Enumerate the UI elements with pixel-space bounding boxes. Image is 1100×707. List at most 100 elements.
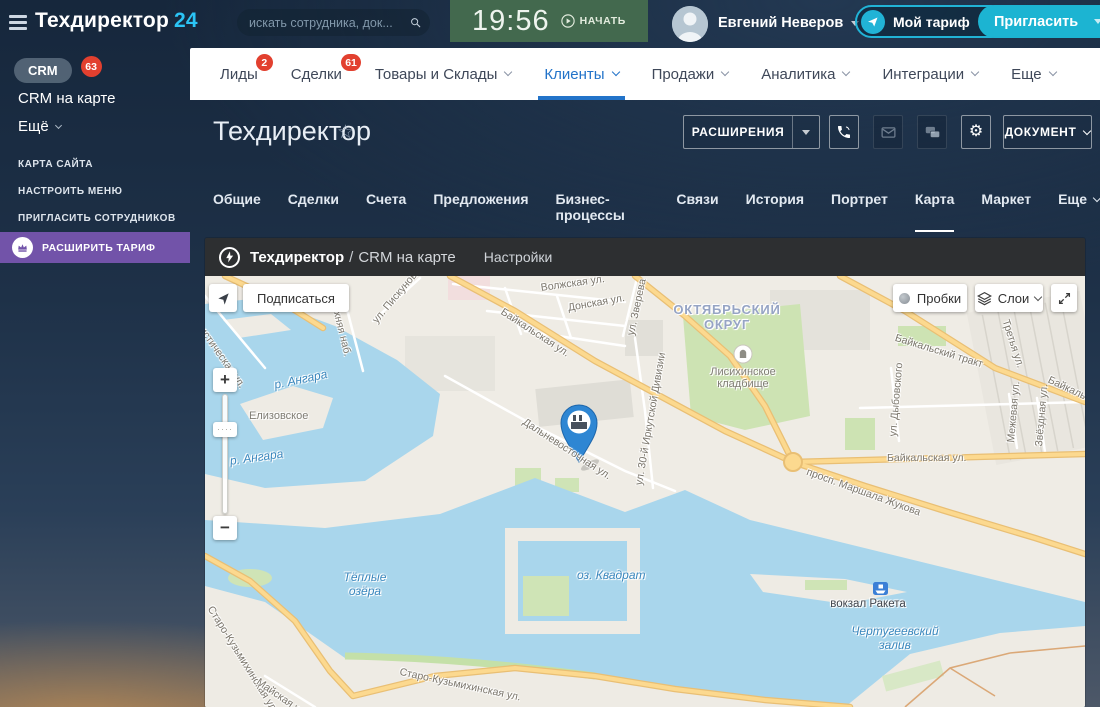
timer-start-button[interactable]: НАЧАТЬ <box>560 14 626 28</box>
deals-counter-badge: 61 <box>341 54 361 71</box>
nav-item-more[interactable]: Еще <box>1011 48 1057 100</box>
tab-deals[interactable]: Сделки <box>288 191 339 232</box>
sidebar-item-invite-employees[interactable]: ПРИГЛАСИТЬ СОТРУДНИКОВ <box>18 213 176 224</box>
layers-icon <box>976 291 992 305</box>
settings-button[interactable]: ⚙ <box>961 115 991 149</box>
nav-item-sales[interactable]: Продажи <box>652 48 730 100</box>
layers-button[interactable]: Слои <box>975 284 1043 312</box>
tab-links[interactable]: Связи <box>676 191 718 232</box>
map-water-label: Чертугеевский залив <box>851 624 939 652</box>
user-avatar[interactable] <box>672 6 708 42</box>
chat-button[interactable] <box>917 115 947 149</box>
tab-portrait[interactable]: Портрет <box>831 191 888 232</box>
extensions-button[interactable]: РАСШИРЕНИЯ <box>683 115 820 149</box>
map-water-label: Тёплые озёра <box>343 570 387 598</box>
map-poi-label: Лисихинское кладбище <box>710 366 776 390</box>
map-canvas[interactable]: Волжская ул. Донская ул. Верхняя наб. ул… <box>205 276 1085 707</box>
nav-item-deals[interactable]: Сделки 61 <box>291 48 361 100</box>
logo-text: Техдиректор <box>35 9 169 32</box>
entity-tabs: Общие Сделки Счета Предложения Бизнес-пр… <box>213 191 1100 232</box>
tab-processes[interactable]: Бизнес-процессы <box>555 191 649 232</box>
call-button[interactable] <box>829 115 859 149</box>
global-search[interactable] <box>237 9 430 36</box>
cemetery-icon <box>733 344 753 364</box>
play-circle-icon <box>560 14 575 28</box>
email-button[interactable] <box>873 115 903 149</box>
person-photo <box>672 6 708 42</box>
zoom-out-button[interactable]: − <box>213 516 237 540</box>
zoom-slider-handle[interactable]: ···· <box>213 422 237 437</box>
crown-icon <box>12 237 33 258</box>
map-water-label: оз. Квадрат <box>577 568 646 582</box>
search-icon <box>411 18 421 28</box>
map-label: Байкальская ул. <box>887 452 967 464</box>
nav-item-products[interactable]: Товары и Склады <box>375 48 513 100</box>
caret-down-icon <box>802 129 810 135</box>
nav-item-leads[interactable]: Лиды 2 <box>220 48 273 100</box>
chevron-down-icon <box>720 67 730 77</box>
extensions-dropdown[interactable] <box>792 116 819 148</box>
chevron-down-icon <box>1083 126 1092 135</box>
zoom-slider-track[interactable] <box>222 394 228 514</box>
station-icon <box>873 582 888 595</box>
sidebar-item-configure-menu[interactable]: НАСТРОИТЬ МЕНЮ <box>18 186 122 197</box>
expand-icon <box>1058 292 1070 304</box>
crm-counter-badge: 63 <box>80 56 102 77</box>
tab-quotes[interactable]: Предложения <box>433 191 528 232</box>
widget-app-name: Техдиректор <box>250 248 345 266</box>
app-logo[interactable]: Техдиректор 24 <box>35 9 198 33</box>
traffic-button[interactable]: Пробки <box>893 284 967 312</box>
upgrade-plan-button[interactable]: РАСШИРИТЬ ТАРИФ <box>0 232 190 263</box>
chevron-down-icon <box>842 67 851 77</box>
sidebar-item-crm-map[interactable]: CRM на карте <box>18 90 115 107</box>
chevron-down-icon <box>1092 193 1100 203</box>
logo-suffix: 24 <box>173 9 198 32</box>
sidebar-item-more[interactable]: Ещё <box>18 118 62 135</box>
chevron-down-icon <box>1048 67 1057 77</box>
gear-icon: ⚙ <box>968 123 984 140</box>
lightning-icon <box>219 246 240 268</box>
sidebar-item-crm[interactable]: CRM 63 <box>14 56 102 83</box>
widget-settings-menu[interactable]: Настройки <box>484 249 553 265</box>
zoom-in-button[interactable]: + <box>213 368 237 392</box>
tab-map[interactable]: Карта <box>914 191 954 232</box>
chevron-down-icon <box>611 67 620 77</box>
work-timer[interactable]: 19:56 НАЧАТЬ <box>450 0 648 42</box>
timer-time: 19:56 <box>472 4 550 37</box>
phone-icon <box>838 126 850 138</box>
subscribe-button[interactable]: Подписаться <box>243 284 349 312</box>
nav-item-clients[interactable]: Клиенты <box>538 48 625 100</box>
navigation-arrow-icon <box>217 292 229 305</box>
nav-item-integrations[interactable]: Интеграции <box>882 48 980 100</box>
chevron-down-icon <box>1034 292 1043 302</box>
main-nav: Лиды 2 Сделки 61 Товары и Склады Клиенты П… <box>190 48 1100 100</box>
map-poi-label: вокзал Ракета <box>830 598 906 610</box>
map-district-label: ОКТЯБРЬСКИЙ ОКРУГ <box>673 302 781 332</box>
chevron-down-icon <box>504 67 513 77</box>
tab-invoices[interactable]: Счета <box>366 191 406 232</box>
widget-breadcrumb: CRM на карте <box>358 248 456 266</box>
nav-item-analytics[interactable]: Аналитика <box>761 48 851 100</box>
chevron-down-icon <box>970 67 980 77</box>
search-input[interactable] <box>249 15 410 30</box>
tab-history[interactable]: История <box>746 191 804 232</box>
map-poi-label: Елизовское <box>249 410 309 422</box>
widget-header: Техдиректор / CRM на карте Настройки <box>205 238 1085 276</box>
leads-counter-badge: 2 <box>255 54 273 71</box>
menu-hamburger-icon[interactable] <box>9 15 27 33</box>
crm-map-widget: Техдиректор / CRM на карте Настройки Вол… <box>205 238 1085 707</box>
rocket-icon <box>861 9 885 34</box>
favorite-star-icon[interactable]: ☆ <box>337 121 354 144</box>
tab-general[interactable]: Общие <box>213 191 261 232</box>
document-button[interactable]: ДОКУМЕНТ <box>1003 115 1092 149</box>
mail-icon <box>880 126 896 138</box>
tab-market[interactable]: Маркет <box>981 191 1031 232</box>
geolocation-button[interactable] <box>209 284 237 312</box>
traffic-light-icon <box>898 292 910 304</box>
tab-more[interactable]: Еще <box>1058 191 1100 232</box>
sidebar-item-sitemap[interactable]: КАРТА САЙТА <box>18 159 93 170</box>
caret-down-icon <box>1094 19 1100 24</box>
user-menu[interactable]: Евгений Неверов <box>718 15 860 31</box>
invite-button[interactable]: Пригласить <box>978 5 1100 38</box>
fullscreen-button[interactable] <box>1051 284 1077 312</box>
